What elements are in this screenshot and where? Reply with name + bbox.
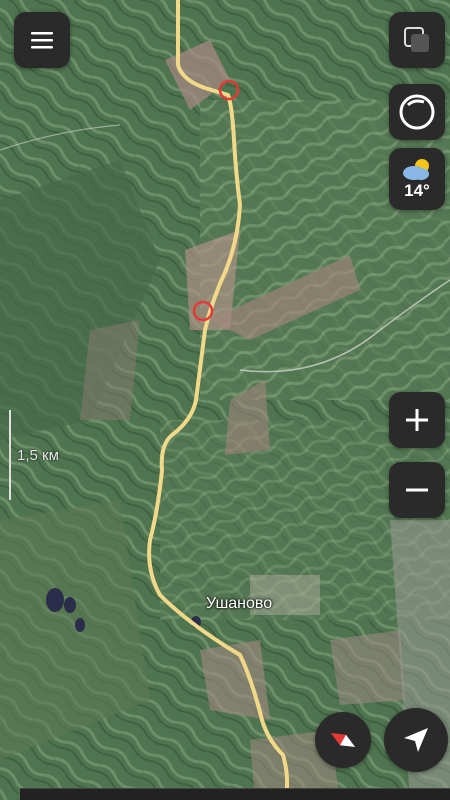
hamburger-menu-icon	[31, 32, 53, 49]
layers-icon	[404, 27, 429, 52]
plus-icon	[406, 409, 428, 431]
zoom-out-button[interactable]	[389, 462, 445, 518]
compass-icon	[330, 733, 356, 747]
layers-button[interactable]	[389, 12, 445, 68]
satellite-map[interactable]	[0, 0, 450, 800]
weather-button[interactable]: 14°	[389, 148, 445, 210]
temperature-label: 14°	[404, 181, 430, 200]
night-mode-button[interactable]	[389, 84, 445, 140]
locate-button[interactable]	[384, 708, 448, 772]
minus-icon	[406, 488, 428, 492]
bottom-sheet-edge	[20, 788, 450, 800]
night-mode-icon	[399, 94, 435, 130]
menu-button[interactable]	[14, 12, 70, 68]
scale-label: 1,5 км	[17, 447, 59, 464]
compass-button[interactable]	[315, 712, 371, 768]
partly-cloudy-icon	[403, 159, 429, 180]
zoom-in-button[interactable]	[389, 392, 445, 448]
place-label-ushanovo: Ушаново	[206, 595, 273, 612]
navigation-arrow-icon	[404, 728, 428, 752]
